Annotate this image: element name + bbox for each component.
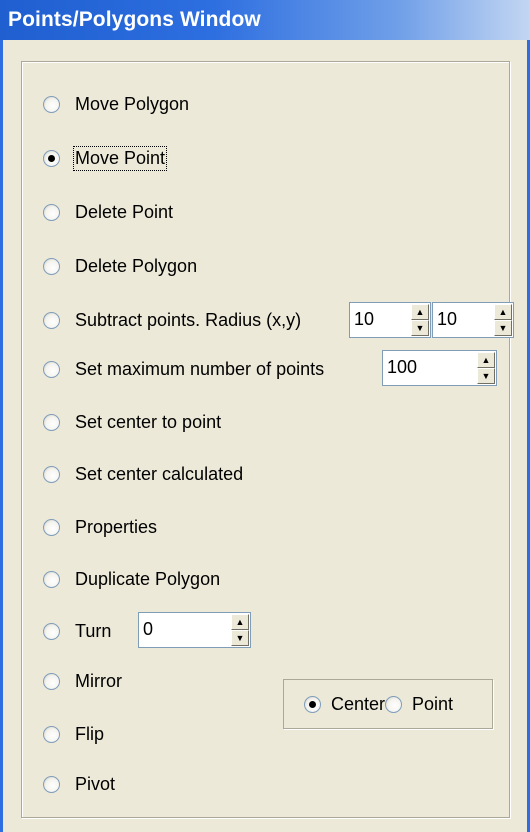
title-bar[interactable]: Points/Polygons Window [0, 0, 530, 40]
option-label: Properties [75, 516, 158, 537]
radio-button-icon[interactable] [43, 413, 60, 431]
option-point[interactable]: Point [385, 694, 453, 715]
max-points-value[interactable]: 100 [387, 357, 417, 378]
radio-button-icon[interactable] [43, 311, 60, 329]
spin-up-icon[interactable]: ▲ [494, 304, 512, 320]
max-points-spinner[interactable]: 100 ▲ ▼ [382, 350, 497, 386]
turn-spinner[interactable]: 0 ▲ ▼ [138, 612, 251, 648]
option-label: Set center to point [75, 411, 222, 432]
option-label: Set center calculated [75, 463, 244, 484]
option-label: Mirror [75, 670, 122, 691]
option-duplicate-polygon[interactable]: Duplicate Polygon [43, 566, 220, 592]
turn-value[interactable]: 0 [143, 619, 153, 640]
radio-button-icon[interactable] [43, 570, 60, 588]
spin-up-icon[interactable]: ▲ [477, 352, 495, 368]
option-pivot[interactable]: Pivot [43, 771, 115, 797]
spin-down-icon[interactable]: ▼ [231, 630, 249, 646]
radio-button-icon[interactable] [43, 203, 60, 221]
spin-down-icon[interactable]: ▼ [494, 320, 512, 336]
option-center[interactable]: Center [304, 694, 385, 715]
option-set-center-calculated[interactable]: Set center calculated [43, 461, 243, 487]
option-label: Move Polygon [75, 93, 190, 114]
option-label: Delete Polygon [75, 255, 198, 276]
option-delete-point[interactable]: Delete Point [43, 199, 173, 225]
spin-up-icon[interactable]: ▲ [411, 304, 429, 320]
radio-button-icon[interactable] [43, 672, 60, 690]
radius-x-value[interactable]: 10 [354, 309, 374, 330]
option-move-point[interactable]: Move Point [43, 145, 168, 171]
radio-button-icon[interactable] [304, 695, 321, 713]
radius-x-spinner[interactable]: 10 ▲ ▼ [349, 302, 431, 338]
option-label: Turn [75, 620, 112, 641]
radio-button-icon[interactable] [43, 518, 60, 536]
window-title: Points/Polygons Window [8, 8, 261, 31]
spin-down-icon[interactable]: ▼ [477, 368, 495, 384]
option-label: Subtract points. Radius (x,y) [75, 309, 302, 330]
option-label: Flip [75, 723, 105, 744]
radio-button-icon[interactable] [43, 775, 60, 793]
spin-down-icon[interactable]: ▼ [411, 320, 429, 336]
option-label: Point [412, 693, 454, 714]
radio-button-icon[interactable] [43, 622, 60, 640]
option-turn[interactable]: Turn [43, 618, 111, 644]
option-label: Delete Point [75, 201, 174, 222]
option-subtract-points[interactable]: Subtract points. Radius (x,y) [43, 307, 301, 333]
option-label: Move Point [72, 145, 168, 171]
option-properties[interactable]: Properties [43, 514, 157, 540]
radio-button-icon[interactable] [43, 257, 60, 275]
radius-y-value[interactable]: 10 [437, 309, 457, 330]
radio-button-icon[interactable] [43, 465, 60, 483]
option-flip[interactable]: Flip [43, 721, 104, 747]
radio-button-icon[interactable] [43, 149, 60, 167]
option-label: Set maximum number of points [75, 358, 325, 379]
radio-button-icon[interactable] [43, 360, 60, 378]
option-set-max-points[interactable]: Set maximum number of points [43, 356, 324, 382]
spin-up-icon[interactable]: ▲ [231, 614, 249, 630]
radio-button-icon[interactable] [43, 95, 60, 113]
radius-y-spinner[interactable]: 10 ▲ ▼ [432, 302, 514, 338]
option-mirror[interactable]: Mirror [43, 668, 122, 694]
option-delete-polygon[interactable]: Delete Polygon [43, 253, 197, 279]
option-move-polygon[interactable]: Move Polygon [43, 91, 189, 117]
option-label: Center [331, 693, 386, 714]
radio-button-icon[interactable] [43, 725, 60, 743]
option-label: Duplicate Polygon [75, 568, 221, 589]
radio-button-icon[interactable] [385, 695, 403, 713]
option-label: Pivot [75, 773, 116, 794]
pivot-mode-group: Center Point [283, 679, 493, 729]
option-set-center-to-point[interactable]: Set center to point [43, 409, 221, 435]
